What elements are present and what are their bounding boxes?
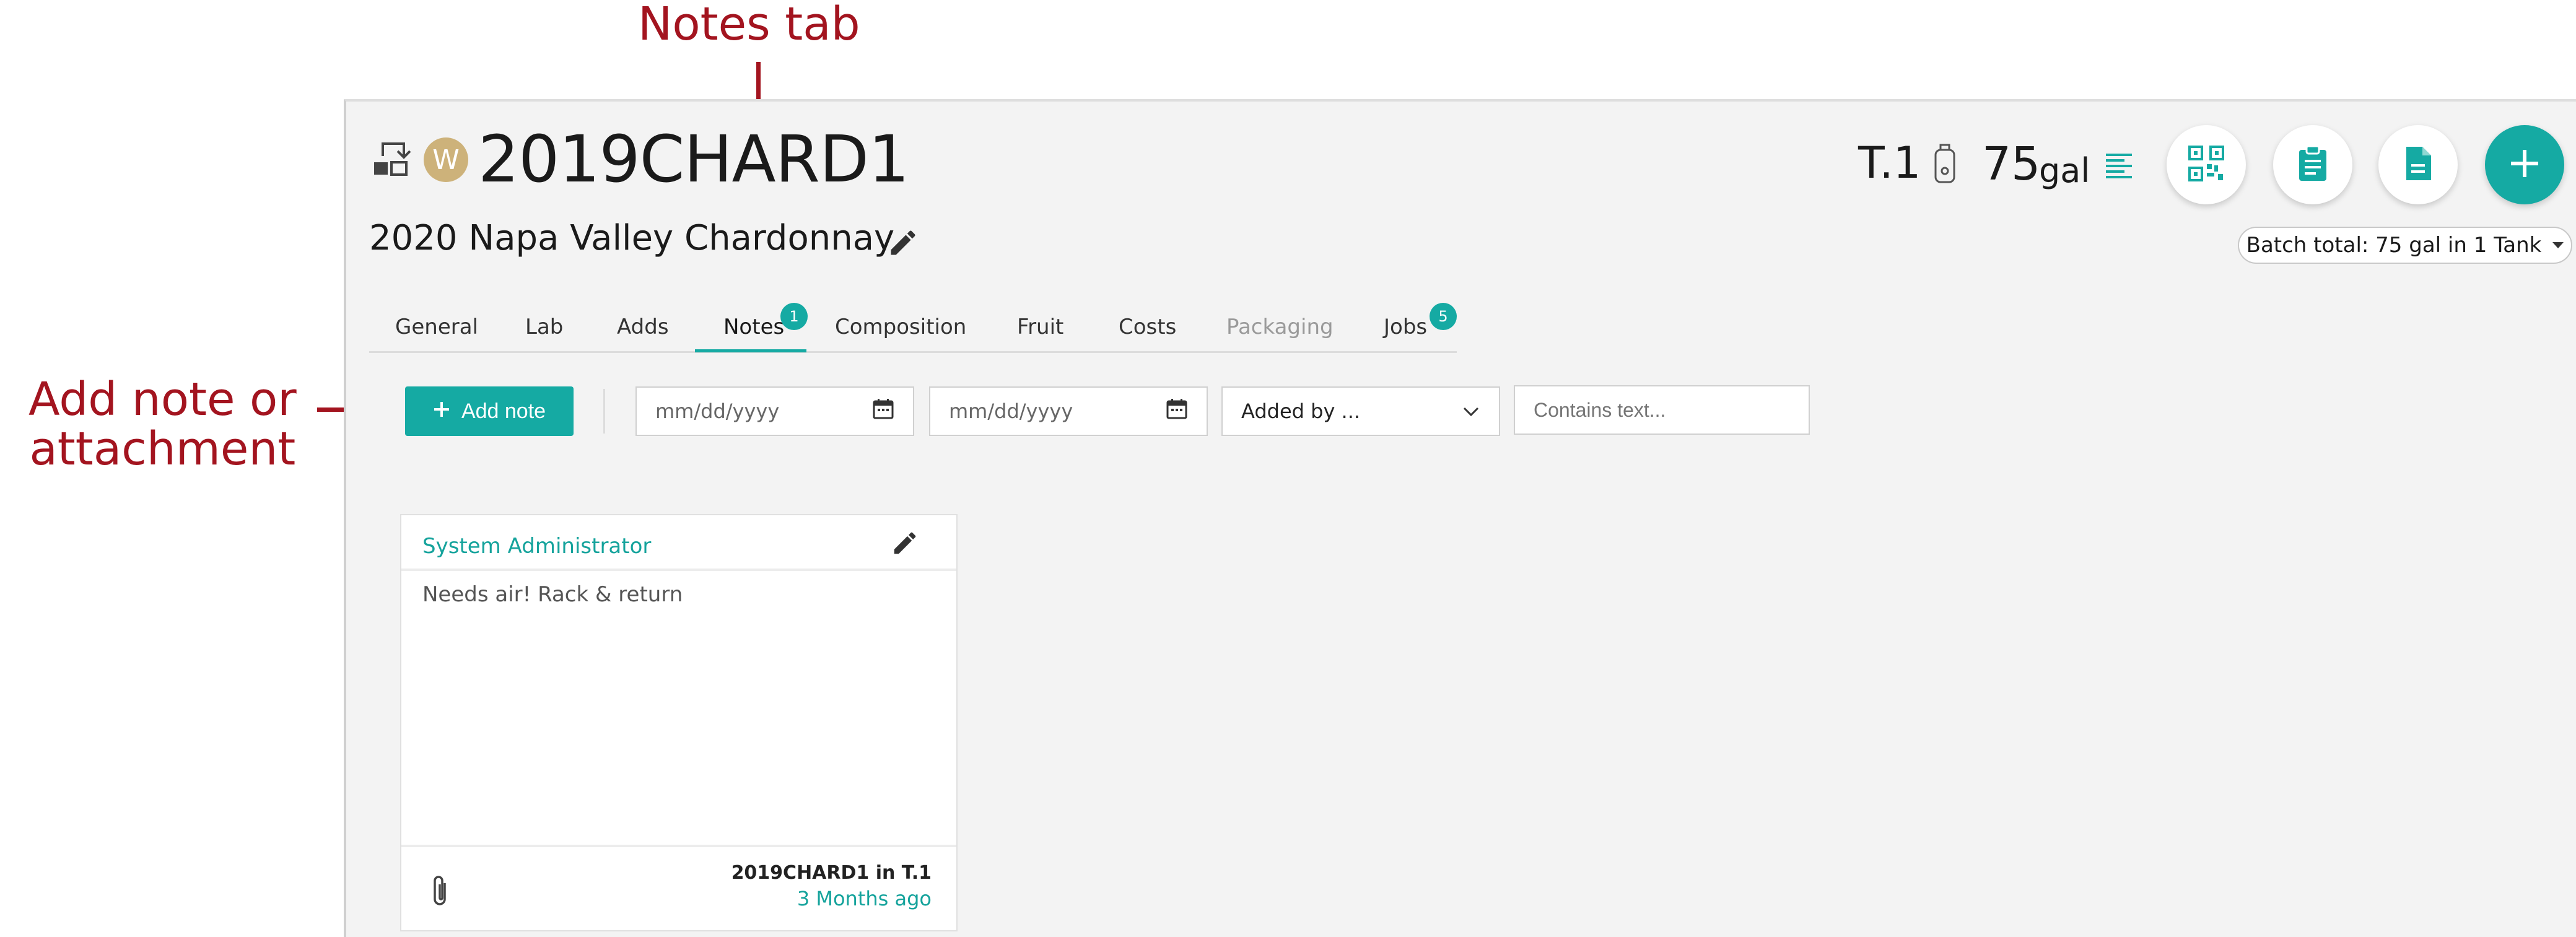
document-button[interactable] bbox=[2378, 125, 2458, 204]
toolbar-divider bbox=[603, 389, 605, 434]
qr-code-icon bbox=[2188, 146, 2224, 184]
note-location: 2019CHARD1 in T.1 bbox=[731, 862, 932, 884]
tab-lab[interactable]: Lab bbox=[525, 315, 563, 339]
paperclip-icon[interactable] bbox=[429, 874, 453, 909]
notes-count-badge: 1 bbox=[780, 303, 808, 330]
document-icon bbox=[2404, 146, 2432, 184]
batch-total-dropdown[interactable]: Batch total: 75 gal in 1 Tank bbox=[2238, 227, 2572, 264]
calendar-icon[interactable] bbox=[872, 398, 894, 425]
lot-code-title: 2019CHARD1 bbox=[478, 121, 909, 197]
pencil-icon[interactable] bbox=[891, 529, 919, 557]
date-to-placeholder: mm/dd/yyyy bbox=[949, 399, 1073, 423]
annotation-add-note-line1: Add note or bbox=[28, 373, 297, 426]
note-card-header: System Administrator bbox=[401, 515, 956, 571]
date-to-field[interactable]: mm/dd/yyyy bbox=[929, 386, 1208, 436]
tab-fruit[interactable]: Fruit bbox=[1017, 315, 1063, 339]
active-tab-indicator bbox=[695, 349, 806, 352]
added-by-select[interactable]: Added by ... bbox=[1221, 386, 1500, 436]
note-author[interactable]: System Administrator bbox=[422, 534, 651, 559]
swap-icon[interactable] bbox=[370, 137, 415, 182]
tab-jobs[interactable]: Jobs bbox=[1384, 315, 1427, 339]
plus-icon bbox=[2508, 147, 2541, 182]
note-body: Needs air! Rack & return bbox=[422, 582, 683, 607]
added-by-label: Added by ... bbox=[1241, 399, 1361, 423]
lot-name: 2020 Napa Valley Chardonnay bbox=[369, 218, 895, 258]
add-button[interactable] bbox=[2485, 125, 2564, 204]
jobs-count-badge: 5 bbox=[1430, 303, 1457, 330]
add-note-button[interactable]: Add note bbox=[405, 386, 574, 436]
avatar: W bbox=[424, 137, 468, 182]
volume-unit: gal bbox=[2039, 151, 2090, 190]
tab-bar: General Lab Adds Notes Composition Fruit… bbox=[369, 303, 1457, 353]
date-from-placeholder: mm/dd/yyyy bbox=[655, 399, 780, 423]
tank-label: T.1 bbox=[1858, 137, 1921, 188]
tank-icon bbox=[1934, 144, 1956, 185]
tab-adds[interactable]: Adds bbox=[617, 315, 669, 339]
note-time: 3 Months ago bbox=[797, 887, 932, 910]
note-card-footer: 2019CHARD1 in T.1 3 Months ago bbox=[401, 845, 956, 931]
batch-total-label: Batch total: 75 gal in 1 Tank bbox=[2246, 233, 2542, 258]
tab-packaging: Packaging bbox=[1226, 315, 1334, 339]
tab-composition[interactable]: Composition bbox=[835, 315, 966, 339]
annotation-add-note: Add note or attachment bbox=[28, 375, 297, 474]
chevron-down-icon bbox=[1462, 399, 1480, 423]
contains-text-input[interactable] bbox=[1514, 385, 1810, 435]
clipboard-button[interactable] bbox=[2273, 125, 2352, 204]
date-from-field[interactable]: mm/dd/yyyy bbox=[635, 386, 914, 436]
pencil-icon[interactable] bbox=[887, 227, 919, 259]
annotation-add-note-line2: attachment bbox=[29, 422, 296, 476]
annotation-notes-tab: Notes tab bbox=[638, 0, 860, 51]
calendar-icon[interactable] bbox=[1166, 398, 1188, 425]
caret-down-icon bbox=[2552, 242, 2564, 248]
volume-value: 75 bbox=[1982, 137, 2041, 191]
add-note-label: Add note bbox=[461, 399, 546, 423]
tab-general[interactable]: General bbox=[395, 315, 478, 339]
tab-costs[interactable]: Costs bbox=[1119, 315, 1176, 339]
clipboard-icon bbox=[2297, 145, 2329, 185]
tab-notes[interactable]: Notes bbox=[723, 315, 784, 339]
note-card: System Administrator Needs air! Rack & r… bbox=[400, 514, 958, 931]
align-left-icon[interactable] bbox=[2105, 151, 2133, 180]
plus-icon bbox=[433, 399, 450, 424]
qr-code-button[interactable] bbox=[2167, 125, 2246, 204]
